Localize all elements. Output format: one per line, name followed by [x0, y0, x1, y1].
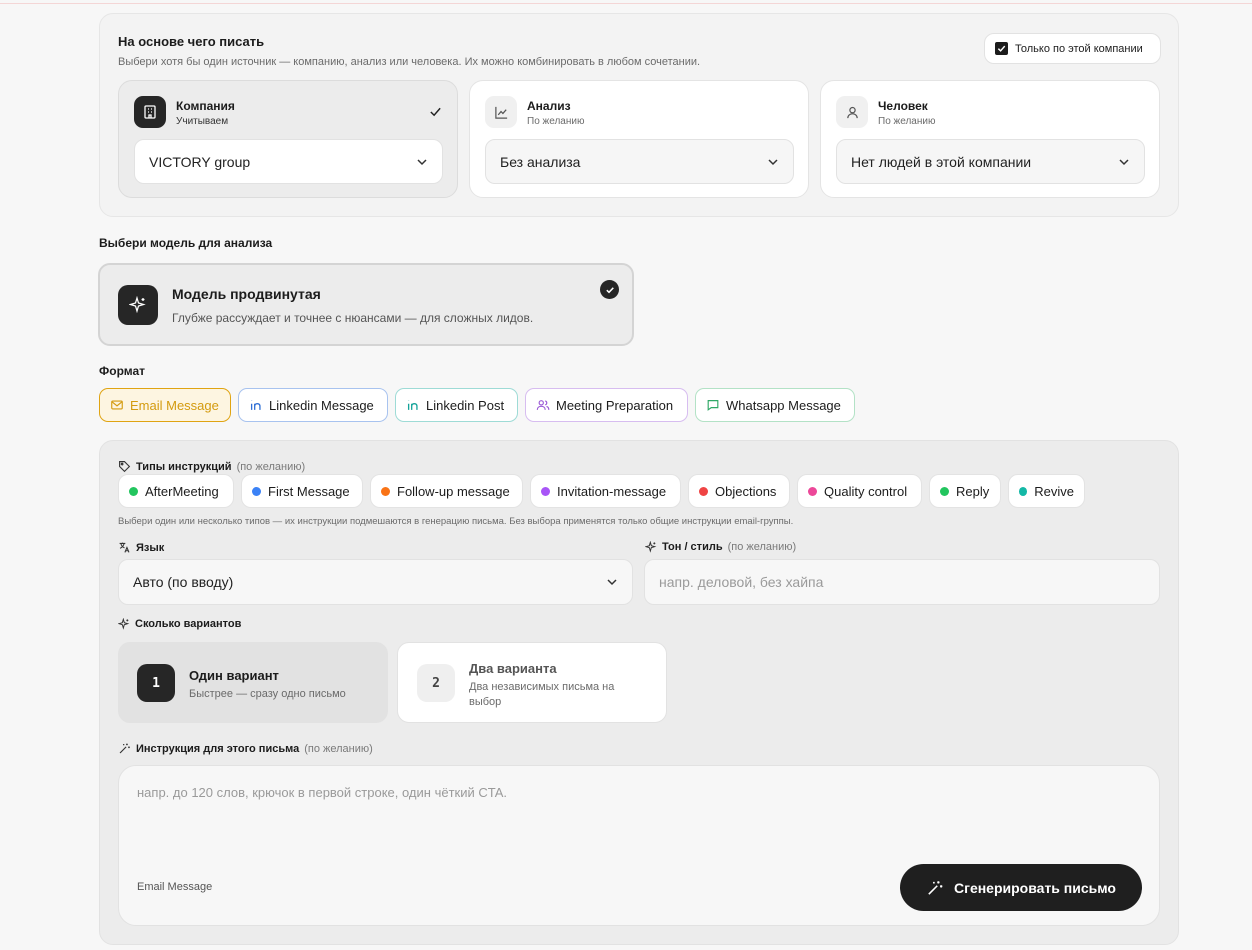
model-name: Модель продвинутая: [172, 286, 321, 302]
status-dot: [699, 486, 708, 496]
instruction-type-quality-control[interactable]: Quality control: [797, 474, 922, 508]
instruction-type-objections[interactable]: Objections: [688, 474, 790, 508]
chat-icon: [707, 400, 719, 411]
instruction-textarea[interactable]: напр. до 120 слов, крючок в первой строк…: [118, 765, 1160, 926]
tone-input-placeholder: напр. деловой, без хайпа: [659, 574, 824, 590]
tone-label: Тон / стиль (по желанию): [645, 541, 796, 553]
model-check-icon: [600, 280, 619, 299]
variant-option-one[interactable]: 1 Один вариант Быстрее — сразу одно пись…: [118, 642, 388, 723]
status-dot: [129, 486, 138, 496]
only-company-toggle[interactable]: Только по этой компании: [984, 33, 1161, 64]
users-icon: [536, 400, 550, 410]
translate-icon: [119, 542, 130, 553]
language-select[interactable]: Авто (по вводу): [118, 559, 633, 605]
model-card[interactable]: Модель продвинутая Глубже рассуждает и т…: [98, 263, 634, 346]
variant-option-two[interactable]: 2 Два варианта Два независимых письма на…: [397, 642, 667, 723]
status-dot: [252, 486, 261, 496]
company-select-value: VICTORY group: [149, 153, 251, 170]
sparkles-icon: [645, 541, 657, 553]
chevron-down-icon: [417, 158, 427, 165]
source-subtitle: Выбери хотя бы один источник — компанию,…: [118, 56, 701, 68]
language-select-value: Авто (по вводу): [133, 574, 234, 590]
format-chip-meeting[interactable]: Meeting Preparation: [525, 388, 688, 422]
person-select[interactable]: Нет людей в этой компании: [836, 139, 1145, 184]
checkbox-icon[interactable]: [995, 42, 1008, 55]
top-divider: [0, 3, 1252, 4]
format-chip-label: Email Message: [130, 397, 219, 413]
source-card-company[interactable]: Компания Учитываем VICTORY group: [118, 80, 458, 198]
chevron-down-icon: [607, 579, 617, 586]
source-card-status: Учитываем: [176, 116, 229, 127]
format-chip-linkedin-post[interactable]: Linkedin Post: [395, 388, 518, 422]
variant-number: 2: [417, 664, 455, 702]
chevron-down-icon: [768, 158, 778, 165]
instruction-types-hint: Выбери один или несколько типов — их инс…: [118, 516, 794, 527]
format-chip-email[interactable]: Email Message: [99, 388, 231, 422]
instruction-placeholder: напр. до 120 слов, крючок в первой строк…: [137, 785, 507, 800]
status-dot: [808, 486, 817, 496]
only-company-label: Только по этой компании: [1015, 42, 1143, 55]
person-select-value: Нет людей в этой компании: [851, 153, 1032, 170]
linkedin-icon: [250, 400, 261, 410]
format-chip-label: Whatsapp Message: [726, 397, 841, 413]
format-chip-label: Linkedin Post: [426, 397, 505, 413]
language-label: Язык: [118, 541, 164, 554]
sparkles-icon: [118, 618, 130, 630]
source-card-status: По желанию: [878, 116, 936, 127]
variants-label: Сколько вариантов: [118, 618, 241, 630]
model-section-title: Выбери модель для анализа: [99, 236, 273, 250]
user-icon: [836, 96, 868, 128]
status-dot: [541, 486, 550, 496]
status-dot: [381, 486, 390, 496]
source-card-title: Анализ: [527, 99, 571, 113]
tag-icon: [119, 461, 131, 473]
source-panel: На основе чего писать Выбери хотя бы оди…: [99, 13, 1179, 217]
instruction-label: Инструкция для этого письма (по желанию): [118, 742, 373, 755]
instruction-type-revive[interactable]: Revive: [1008, 474, 1085, 508]
model-description: Глубже рассуждает и точнее с нюансами — …: [172, 311, 534, 325]
chart-line-icon: [485, 96, 517, 128]
format-tag: Email Message: [137, 881, 213, 893]
instruction-types-label: Типы инструкций (по желанию): [118, 460, 305, 473]
variant-desc: Два независимых письма на выбор: [469, 681, 615, 708]
mail-icon: [111, 400, 123, 410]
wand-icon: [119, 743, 130, 754]
variant-title: Один вариант: [189, 668, 279, 683]
generate-button[interactable]: Сгенерировать письмо: [900, 864, 1142, 911]
analysis-select[interactable]: Без анализа: [485, 139, 794, 184]
analysis-select-value: Без анализа: [500, 153, 581, 170]
tone-input[interactable]: напр. деловой, без хайпа: [644, 559, 1160, 605]
company-select[interactable]: VICTORY group: [134, 139, 443, 184]
format-title: Формат: [99, 364, 146, 378]
format-chip-label: Linkedin Message: [269, 397, 374, 413]
linkedin-icon: [407, 400, 418, 410]
source-card-title: Компания: [176, 99, 235, 113]
status-dot: [1019, 486, 1028, 496]
source-card-person[interactable]: Человек По желанию Нет людей в этой комп…: [820, 80, 1160, 198]
chevron-down-icon: [1119, 158, 1129, 165]
format-chip-linkedin-message[interactable]: Linkedin Message: [238, 388, 388, 422]
sparkles-icon: [118, 285, 158, 325]
variant-title: Два варианта: [469, 661, 557, 676]
variant-desc: Быстрее — сразу одно письмо: [189, 688, 346, 700]
status-dot: [940, 486, 949, 496]
source-card-status: По желанию: [527, 116, 585, 127]
check-icon: [429, 105, 442, 123]
source-title: На основе чего писать: [118, 34, 265, 49]
instruction-type-first-message[interactable]: First Message: [241, 474, 363, 508]
format-chip-label: Meeting Preparation: [556, 397, 674, 413]
variant-number: 1: [137, 664, 175, 702]
source-card-title: Человек: [878, 99, 928, 113]
source-card-analysis[interactable]: Анализ По желанию Без анализа: [469, 80, 809, 198]
instruction-type-reply[interactable]: Reply: [929, 474, 1001, 508]
instruction-type-invitation[interactable]: Invitation-message: [530, 474, 681, 508]
generate-button-label: Сгенерировать письмо: [954, 879, 1116, 896]
wand-icon: [928, 880, 943, 895]
building-icon: [134, 96, 166, 128]
instruction-type-follow-up[interactable]: Follow-up message: [370, 474, 523, 508]
instruction-type-aftermeeting[interactable]: AfterMeeting: [118, 474, 234, 508]
format-chip-whatsapp[interactable]: Whatsapp Message: [695, 388, 855, 422]
